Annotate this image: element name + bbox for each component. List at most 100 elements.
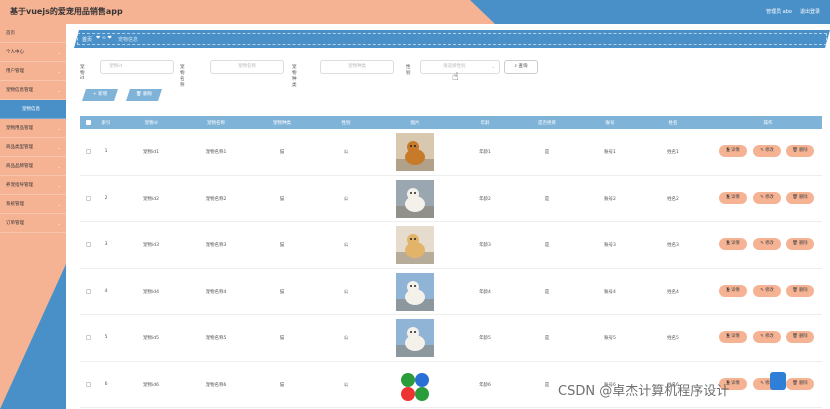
cell-pet-name: 宠物名称1 [205,150,227,155]
gender-select[interactable]: 请选择性别 ⌄ [420,60,500,74]
cell-breed: 猫 [279,289,285,295]
sidebar-item[interactable]: 用户管理 ⌄ [0,62,66,81]
pet-id-input[interactable]: 宠物id [100,60,174,74]
detail-button[interactable]: 🗎 详情 [719,145,747,157]
delete-button[interactable]: 🗑 删除 [786,284,814,297]
cell-pet-name: 宠物名称2 [205,196,227,202]
cell-gender: 公 [343,243,349,248]
delete-button[interactable]: 🗑 删除 [786,331,814,343]
cell-name: 姓名4 [667,289,679,295]
sidebar-blue-band [0,264,66,409]
chevron-down-icon: ⌄ [57,221,61,226]
cell-index: 2 [104,195,108,201]
sidebar-item[interactable]: 商品类型管理 ⌄ [0,138,66,157]
table-row: 2 宠物id2 宠物名称2 猫 公 年龄2 是 账号2 姓名2 🗎 详情 ✎ 修改 🗑 删除 [80,176,822,222]
cell-pet-name: 宠物名称3 [205,243,227,248]
column-header: 宠物id [144,121,158,126]
floating-tool-icon[interactable] [770,372,786,390]
row-checkbox[interactable] [86,149,91,154]
cell-neutered: 是 [544,243,550,248]
detail-button[interactable]: 🗎 详情 [719,238,747,250]
query-button[interactable]: ⌕ 查询 [504,60,538,74]
row-checkbox[interactable] [86,381,91,387]
cell-gender: 公 [343,196,349,202]
detail-button-label: 详情 [731,148,740,153]
sidebar-item[interactable]: 商品品牌管理 ⌄ [0,157,66,176]
delete-button[interactable]: 🗑 删除 [786,377,814,390]
sidebar-item[interactable]: 宠物信息管理 ⌄ [0,81,66,100]
admin-label: 管理员 abo [766,9,792,15]
detail-button[interactable]: 🗎 详情 [719,191,747,204]
cell-pet-name: 宠物名称5 [205,336,227,341]
sidebar-item-label: 商品品牌管理 [6,164,33,169]
row-checkbox[interactable] [86,288,91,294]
column-header: 性别 [341,121,351,126]
cell-name: 姓名3 [667,243,679,248]
edit-button[interactable]: ✎ 修改 [753,191,781,204]
sidebar-item[interactable]: 宠物信息 [0,100,66,119]
select-all-checkbox[interactable] [86,120,91,125]
sidebar-item[interactable]: 系统管理 ⌄ [0,195,66,214]
detail-button[interactable]: 🗎 详情 [719,331,747,343]
breadcrumb-home[interactable]: 首页 [82,36,92,43]
delete-button[interactable]: 🗑 删除 [786,145,814,157]
row-checkbox[interactable] [86,242,91,247]
sidebar-item[interactable]: 养宠指导管理 ⌄ [0,176,66,195]
cell-gender: 公 [343,336,349,341]
sidebar-item[interactable]: 个人中心 ⌄ [0,43,66,62]
edit-button-label: 修改 [765,241,774,246]
delete-button[interactable]: 🗑 删除 [786,191,814,204]
sidebar-item[interactable]: 订单管理 ⌄ [0,214,66,233]
breadcrumb-separator-icon: ❤ ∞ ❤ [96,35,112,41]
column-header: 账号 [605,121,615,126]
table-row: 5 宠物id5 宠物名称5 猫 公 年龄5 是 账号5 姓名5 🗎 详情 ✎ 修改 🗑 删除 [80,315,822,362]
cell-index: 4 [104,288,108,294]
sidebar-item[interactable]: 宠物用品管理 ⌄ [0,119,66,138]
delete-button-label: 删除 [799,241,808,246]
cell-pet-id: 宠物id2 [143,196,159,202]
pet-breed-input[interactable]: 宠物种类 [320,60,394,74]
row-checkbox[interactable] [86,195,91,201]
sidebar-menu: 首页 个人中心 ⌄ 用户管理 ⌄ 宠物信息管理 ⌄ 宠物信息 宠物用品管理 ⌄ 商品类型管理 ⌄ 商品品… [0,24,66,233]
cell-name: 姓名1 [667,150,679,155]
edit-button[interactable]: ✎ 修改 [753,331,781,343]
app-title: 基于vuejs的爱宠用品销售app [10,7,123,16]
batch-delete-button-label: 删除 [143,92,153,97]
cell-account: 账号4 [604,289,616,295]
edit-button[interactable]: ✎ 修改 [753,238,781,250]
detail-button[interactable]: 🗎 详情 [719,284,747,297]
cell-breed: 猫 [279,382,285,388]
sidebar-item[interactable]: 首页 [0,24,66,43]
cell-gender: 公 [343,150,349,155]
edit-button-label: 修改 [765,194,774,200]
edit-button[interactable]: ✎ 修改 [753,145,781,157]
edit-button[interactable]: ✎ 修改 [753,284,781,297]
column-header: 索引 [101,121,111,126]
detail-button-label: 详情 [731,334,740,339]
cell-breed: 猫 [279,150,285,155]
cell-age: 年龄1 [479,150,491,155]
pet-image [396,133,434,171]
sidebar-item-label: 宠物信息 [22,107,40,112]
sidebar-item-label: 系统管理 [6,202,24,207]
table-body: 1 宠物id1 宠物名称1 猫公年龄1 是账号1 姓名1 🗎 详情 ✎ 修改 🗑 删除 2 宠物id… [80,129,822,408]
batch-delete-button[interactable]: 🗑 删除 [126,89,162,101]
cell-pet-name: 宠物名称6 [205,382,227,388]
delete-button[interactable]: 🗑 删除 [786,238,814,250]
sidebar-item-label: 用户管理 [6,69,24,74]
delete-button-label: 删除 [799,287,808,293]
cell-account: 账号5 [604,336,616,341]
cell-age: 年龄6 [479,382,491,388]
cell-breed: 猫 [279,336,285,341]
table-row: 4 宠物id4 宠物名称4 猫 公 年龄4 是 账号4 姓名4 🗎 详情 ✎ 修改 🗑 删除 [80,269,822,315]
search-icon: ⌕ [514,64,518,69]
pet-name-input[interactable]: 宠物名称 [210,60,284,74]
cell-neutered: 是 [544,382,550,388]
logout-link[interactable]: 退出登录 [800,8,820,15]
cell-pet-id: 宠物id6 [143,382,159,388]
add-button[interactable]: + 新增 [82,89,118,101]
column-header: 宠物名称 [207,121,225,126]
gender-select-placeholder: 请选择性别 [443,64,466,69]
row-checkbox[interactable] [86,335,91,340]
detail-button-label: 详情 [731,194,740,200]
